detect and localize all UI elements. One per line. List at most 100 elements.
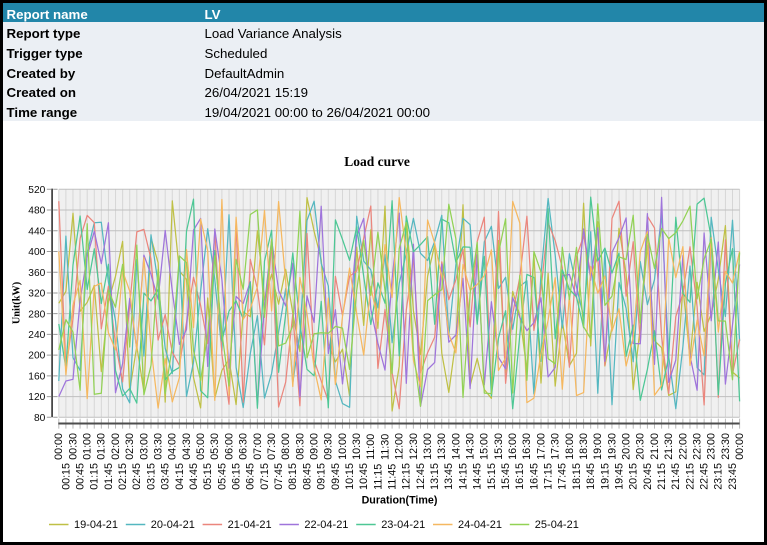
svg-text:23:00: 23:00 <box>706 433 718 460</box>
svg-text:20:00: 20:00 <box>621 433 633 460</box>
svg-text:07:00: 07:00 <box>252 433 264 460</box>
svg-text:13:00: 13:00 <box>422 433 434 460</box>
svg-text:320: 320 <box>28 289 45 300</box>
svg-text:00:15: 00:15 <box>60 463 72 490</box>
svg-text:12:00: 12:00 <box>394 433 406 460</box>
svg-text:22:30: 22:30 <box>691 433 703 460</box>
svg-text:01:45: 01:45 <box>103 463 115 490</box>
svg-text:01:30: 01:30 <box>96 433 108 460</box>
svg-text:01:00: 01:00 <box>82 433 94 460</box>
svg-text:19:00: 19:00 <box>592 433 604 460</box>
svg-text:09:30: 09:30 <box>323 433 335 460</box>
svg-text:240: 240 <box>28 330 45 341</box>
svg-text:05:15: 05:15 <box>202 463 214 490</box>
svg-text:08:30: 08:30 <box>294 433 306 460</box>
svg-text:16:30: 16:30 <box>521 433 533 460</box>
svg-text:18:00: 18:00 <box>564 433 576 460</box>
svg-text:15:00: 15:00 <box>479 433 491 460</box>
svg-text:02:45: 02:45 <box>131 463 143 490</box>
svg-text:14:30: 14:30 <box>465 433 477 460</box>
svg-text:09:45: 09:45 <box>330 463 342 490</box>
svg-text:21-04-21: 21-04-21 <box>228 519 272 531</box>
svg-text:17:30: 17:30 <box>550 433 562 460</box>
svg-text:23:15: 23:15 <box>713 463 725 490</box>
svg-text:09:00: 09:00 <box>309 433 321 460</box>
svg-text:00:00: 00:00 <box>734 433 746 460</box>
svg-text:13:15: 13:15 <box>429 463 441 490</box>
svg-text:400: 400 <box>28 247 45 258</box>
svg-text:03:30: 03:30 <box>152 433 164 460</box>
svg-text:16:00: 16:00 <box>507 433 519 460</box>
svg-text:08:15: 08:15 <box>287 463 299 490</box>
svg-text:03:45: 03:45 <box>160 463 172 490</box>
svg-text:25-04-21: 25-04-21 <box>535 519 579 531</box>
svg-text:05:00: 05:00 <box>195 433 207 460</box>
svg-text:24-04-21: 24-04-21 <box>458 519 502 531</box>
svg-text:17:00: 17:00 <box>535 433 547 460</box>
svg-text:21:45: 21:45 <box>670 463 682 490</box>
svg-text:Duration(Time): Duration(Time) <box>362 495 438 507</box>
svg-text:00:30: 00:30 <box>67 433 79 460</box>
svg-text:20:30: 20:30 <box>635 433 647 460</box>
svg-text:12:15: 12:15 <box>401 463 413 490</box>
svg-text:11:15: 11:15 <box>372 464 384 490</box>
svg-text:Load curve: Load curve <box>344 154 410 169</box>
svg-text:20:45: 20:45 <box>642 463 654 490</box>
svg-text:08:45: 08:45 <box>301 463 313 490</box>
svg-text:160: 160 <box>28 371 45 382</box>
svg-text:19-04-21: 19-04-21 <box>74 519 118 531</box>
svg-text:21:00: 21:00 <box>649 433 661 460</box>
svg-text:06:45: 06:45 <box>245 463 257 490</box>
svg-text:00:00: 00:00 <box>53 433 65 460</box>
svg-text:06:15: 06:15 <box>230 463 242 490</box>
svg-text:02:15: 02:15 <box>117 463 129 490</box>
svg-text:04:45: 04:45 <box>188 463 200 490</box>
svg-text:16:45: 16:45 <box>528 463 540 490</box>
svg-text:12:30: 12:30 <box>408 433 420 460</box>
svg-text:Unit(kW): Unit(kW) <box>12 282 23 324</box>
svg-text:20-04-21: 20-04-21 <box>151 519 195 531</box>
svg-text:15:30: 15:30 <box>493 433 505 460</box>
svg-text:11:45: 11:45 <box>387 464 399 490</box>
svg-text:520: 520 <box>28 185 45 196</box>
svg-text:22:45: 22:45 <box>699 463 711 490</box>
svg-text:14:15: 14:15 <box>457 463 469 490</box>
svg-text:440: 440 <box>28 226 45 237</box>
svg-text:18:15: 18:15 <box>571 463 583 490</box>
svg-text:08:00: 08:00 <box>280 433 292 460</box>
svg-text:23-04-21: 23-04-21 <box>381 519 425 531</box>
svg-text:14:00: 14:00 <box>450 433 462 460</box>
svg-text:16:15: 16:15 <box>514 463 526 490</box>
svg-text:18:45: 18:45 <box>585 463 597 490</box>
svg-text:21:15: 21:15 <box>656 463 668 490</box>
svg-text:15:45: 15:45 <box>500 463 512 490</box>
svg-text:12:45: 12:45 <box>415 463 427 490</box>
svg-text:200: 200 <box>28 351 45 362</box>
svg-text:13:30: 13:30 <box>436 433 448 460</box>
svg-text:15:15: 15:15 <box>486 463 498 490</box>
svg-text:10:15: 10:15 <box>344 463 356 490</box>
svg-text:360: 360 <box>28 268 45 279</box>
svg-text:06:30: 06:30 <box>238 433 250 460</box>
svg-text:22-04-21: 22-04-21 <box>304 519 348 531</box>
svg-text:07:30: 07:30 <box>266 433 278 460</box>
svg-text:19:45: 19:45 <box>613 463 625 490</box>
svg-text:06:00: 06:00 <box>223 433 235 460</box>
svg-text:20:15: 20:15 <box>628 463 640 490</box>
svg-text:21:30: 21:30 <box>663 433 675 460</box>
svg-text:05:45: 05:45 <box>216 463 228 490</box>
svg-text:18:30: 18:30 <box>578 433 590 460</box>
svg-text:07:15: 07:15 <box>259 463 271 490</box>
svg-text:05:30: 05:30 <box>209 433 221 460</box>
svg-text:02:00: 02:00 <box>110 433 122 460</box>
svg-text:04:30: 04:30 <box>181 433 193 460</box>
svg-text:17:45: 17:45 <box>557 463 569 490</box>
svg-text:03:15: 03:15 <box>145 463 157 490</box>
svg-text:280: 280 <box>28 309 45 320</box>
svg-text:13:45: 13:45 <box>443 463 455 490</box>
svg-text:23:45: 23:45 <box>727 463 739 490</box>
svg-text:03:00: 03:00 <box>138 433 150 460</box>
svg-text:11:30: 11:30 <box>379 434 391 460</box>
svg-text:02:30: 02:30 <box>124 433 136 460</box>
svg-text:19:15: 19:15 <box>599 463 611 490</box>
